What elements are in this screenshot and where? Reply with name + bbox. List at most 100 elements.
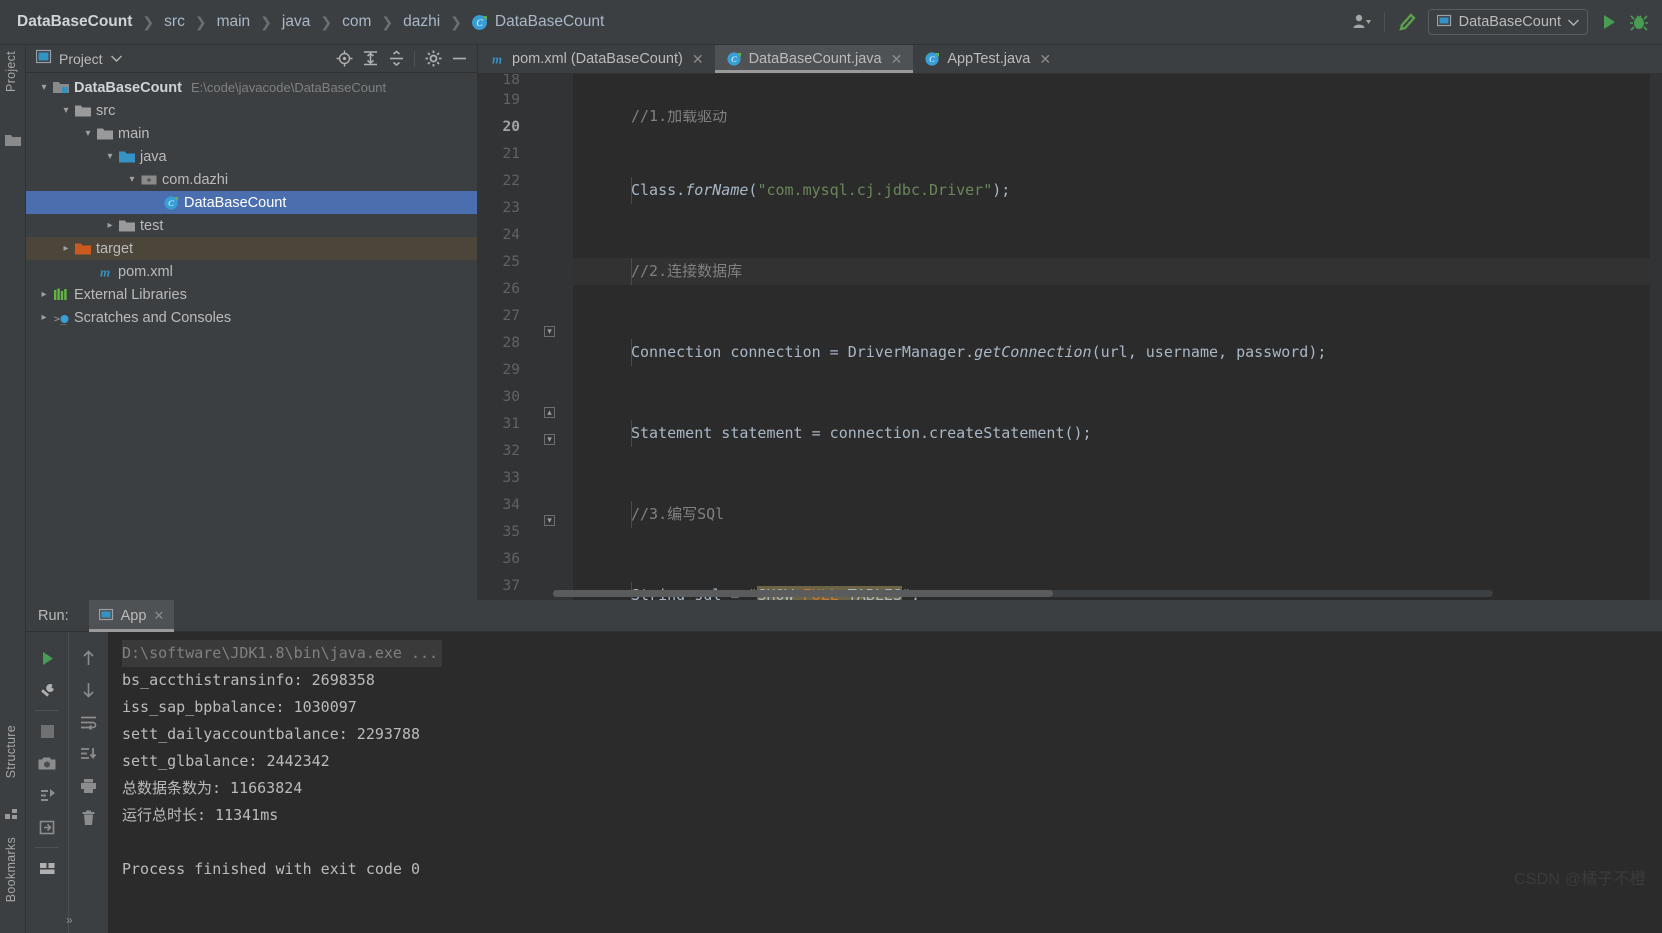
breadcrumb-item-com[interactable]: com <box>341 13 372 31</box>
sidebar-tab-bookmarks[interactable]: Bookmarks <box>4 837 18 902</box>
scrollbar-thumb[interactable] <box>553 590 1053 597</box>
panel-action-divider <box>414 50 415 67</box>
run-tab-app[interactable]: App ✕ <box>88 599 175 632</box>
horizontal-scrollbar[interactable] <box>553 590 1493 597</box>
chevron-right-icon[interactable]: ▸ <box>58 243 74 254</box>
close-icon[interactable]: ✕ <box>1039 51 1051 68</box>
tree-item-src[interactable]: ▾ src <box>26 99 477 122</box>
tree-item-external-libraries[interactable]: ▸ External Libraries <box>26 283 477 306</box>
code-fold-icon[interactable]: ▾ <box>544 515 555 526</box>
tree-item-databasecount-module[interactable]: ▾ DataBaseCount E:\code\javacode\DataBas… <box>26 76 477 99</box>
sidebar-tab-structure[interactable]: Structure <box>4 725 18 778</box>
sidebar-tab-project[interactable]: Project <box>4 51 18 92</box>
up-arrow-icon[interactable] <box>74 642 104 674</box>
chevron-down-icon[interactable]: ▾ <box>124 174 140 185</box>
chevron-right-icon[interactable]: ▸ <box>36 289 52 300</box>
chevron-right-icon[interactable]: ▸ <box>36 312 52 323</box>
debug-bug-icon[interactable] <box>1624 7 1654 37</box>
user-icon[interactable] <box>1347 7 1377 37</box>
hide-panel-icon[interactable] <box>447 47 471 71</box>
run-configuration-selector[interactable]: DataBaseCount <box>1427 9 1588 35</box>
tree-item-pom-xml[interactable]: m pom.xml <box>26 260 477 283</box>
settings-gear-icon[interactable] <box>421 47 445 71</box>
folder-icon <box>74 102 91 119</box>
close-icon[interactable]: ✕ <box>692 51 704 68</box>
run-triangle-icon[interactable] <box>1594 7 1624 37</box>
tab-apptest-java[interactable]: C AppTest.java ✕ <box>913 45 1062 73</box>
tree-item-test[interactable]: ▸ test <box>26 214 477 237</box>
tree-item-label: com.dazhi <box>162 171 229 188</box>
wrench-settings-icon[interactable] <box>32 674 62 706</box>
editor-gutter[interactable]: 18 19 20 21 22 23 24 25 26 27 28 29 30 3… <box>478 74 573 600</box>
java-class-icon: C <box>471 14 488 31</box>
code-content[interactable]: //1.加载驱动 Class.forName("com.mysql.cj.jdb… <box>573 74 1662 600</box>
run-actions-column-secondary <box>68 632 108 933</box>
chevron-down-icon[interactable]: ▾ <box>36 82 52 93</box>
line-numbers: 18 19 20 21 22 23 24 25 26 27 28 29 30 3… <box>503 74 520 600</box>
code-fold-icon[interactable]: ▾ <box>544 434 555 445</box>
tree-item-java[interactable]: ▾ java <box>26 145 477 168</box>
locate-icon[interactable] <box>332 47 356 71</box>
breadcrumb-item-class[interactable]: DataBaseCount <box>494 13 605 31</box>
tree-item-label: target <box>96 240 134 257</box>
tree-item-package-com-dazhi[interactable]: ▾ com.dazhi <box>26 168 477 191</box>
thread-dump-icon[interactable] <box>32 779 62 811</box>
breadcrumb-item-src[interactable]: src <box>163 13 186 31</box>
breadcrumb-item-dazhi[interactable]: dazhi <box>402 13 441 31</box>
expand-all-icon[interactable] <box>358 47 382 71</box>
export-icon[interactable] <box>32 811 62 843</box>
layout-icon[interactable] <box>32 852 62 884</box>
tree-item-label: DataBaseCount <box>184 194 287 211</box>
console-output[interactable]: D:\software\JDK1.8\bin\java.exe ... bs_a… <box>108 632 1662 933</box>
java-class-icon: C <box>162 194 179 211</box>
chevron-down-icon[interactable]: ▾ <box>80 128 96 139</box>
print-icon[interactable] <box>74 770 104 802</box>
breadcrumb-item-main[interactable]: main <box>216 13 252 31</box>
breadcrumb-item-java[interactable]: java <box>281 13 311 31</box>
project-folder-icon <box>5 133 21 149</box>
breadcrumb-separator-icon: ❯ <box>320 13 333 30</box>
expand-more-icon[interactable]: » <box>66 913 73 927</box>
libraries-icon <box>52 286 69 303</box>
tab-pom-xml[interactable]: m pom.xml (DataBaseCount) ✕ <box>478 45 715 73</box>
code-fold-icon[interactable]: ▾ <box>544 326 555 337</box>
code-line: Connection connection = DriverManager.ge… <box>573 339 1662 366</box>
error-marker-strip[interactable] <box>1650 74 1662 600</box>
console-line: bs_accthistransinfo: 2698358 <box>122 671 375 689</box>
close-icon[interactable]: ✕ <box>891 51 903 68</box>
tree-item-databasecount-class[interactable]: C DataBaseCount <box>26 191 477 214</box>
line-number: 32 <box>502 443 520 459</box>
code-editor[interactable]: 18 19 20 21 22 23 24 25 26 27 28 29 30 3… <box>478 74 1662 600</box>
code-fold-icon[interactable]: ▴ <box>544 407 555 418</box>
collapse-all-icon[interactable] <box>384 47 408 71</box>
soft-wrap-icon[interactable] <box>74 706 104 738</box>
camera-snapshot-icon[interactable] <box>32 747 62 779</box>
project-tree: ▾ DataBaseCount E:\code\javacode\DataBas… <box>26 73 477 329</box>
close-icon[interactable]: ✕ <box>153 608 164 624</box>
project-window-icon <box>35 49 52 69</box>
folder-icon <box>96 125 113 142</box>
tab-databasecount-java[interactable]: C DataBaseCount.java ✕ <box>714 45 914 73</box>
chevron-down-icon[interactable]: ▾ <box>102 151 118 162</box>
chevron-right-icon[interactable]: ▸ <box>102 220 118 231</box>
chevron-down-icon[interactable] <box>110 54 122 64</box>
breadcrumb-item-project[interactable]: DataBaseCount <box>16 13 133 31</box>
tree-item-main[interactable]: ▾ main <box>26 122 477 145</box>
project-panel-header: Project <box>26 45 477 73</box>
trash-icon[interactable] <box>74 802 104 834</box>
chevron-down-icon[interactable]: ▾ <box>58 105 74 116</box>
console-line: D:\software\JDK1.8\bin\java.exe ... <box>122 640 1662 667</box>
stop-icon[interactable] <box>32 715 62 747</box>
svg-text:C: C <box>476 18 483 29</box>
tree-item-scratches-and-consoles[interactable]: ▸ >_ Scratches and Consoles <box>26 306 477 329</box>
down-arrow-icon[interactable] <box>74 674 104 706</box>
line-number: 22 <box>502 173 520 189</box>
hammer-icon[interactable] <box>1392 7 1422 37</box>
tree-item-target[interactable]: ▸ target <box>26 237 477 260</box>
rerun-run-icon[interactable] <box>32 642 62 674</box>
divider <box>35 710 59 711</box>
breadcrumb-separator-icon: ❯ <box>450 13 462 30</box>
scroll-to-end-icon[interactable] <box>74 738 104 770</box>
svg-text:C: C <box>929 54 935 64</box>
